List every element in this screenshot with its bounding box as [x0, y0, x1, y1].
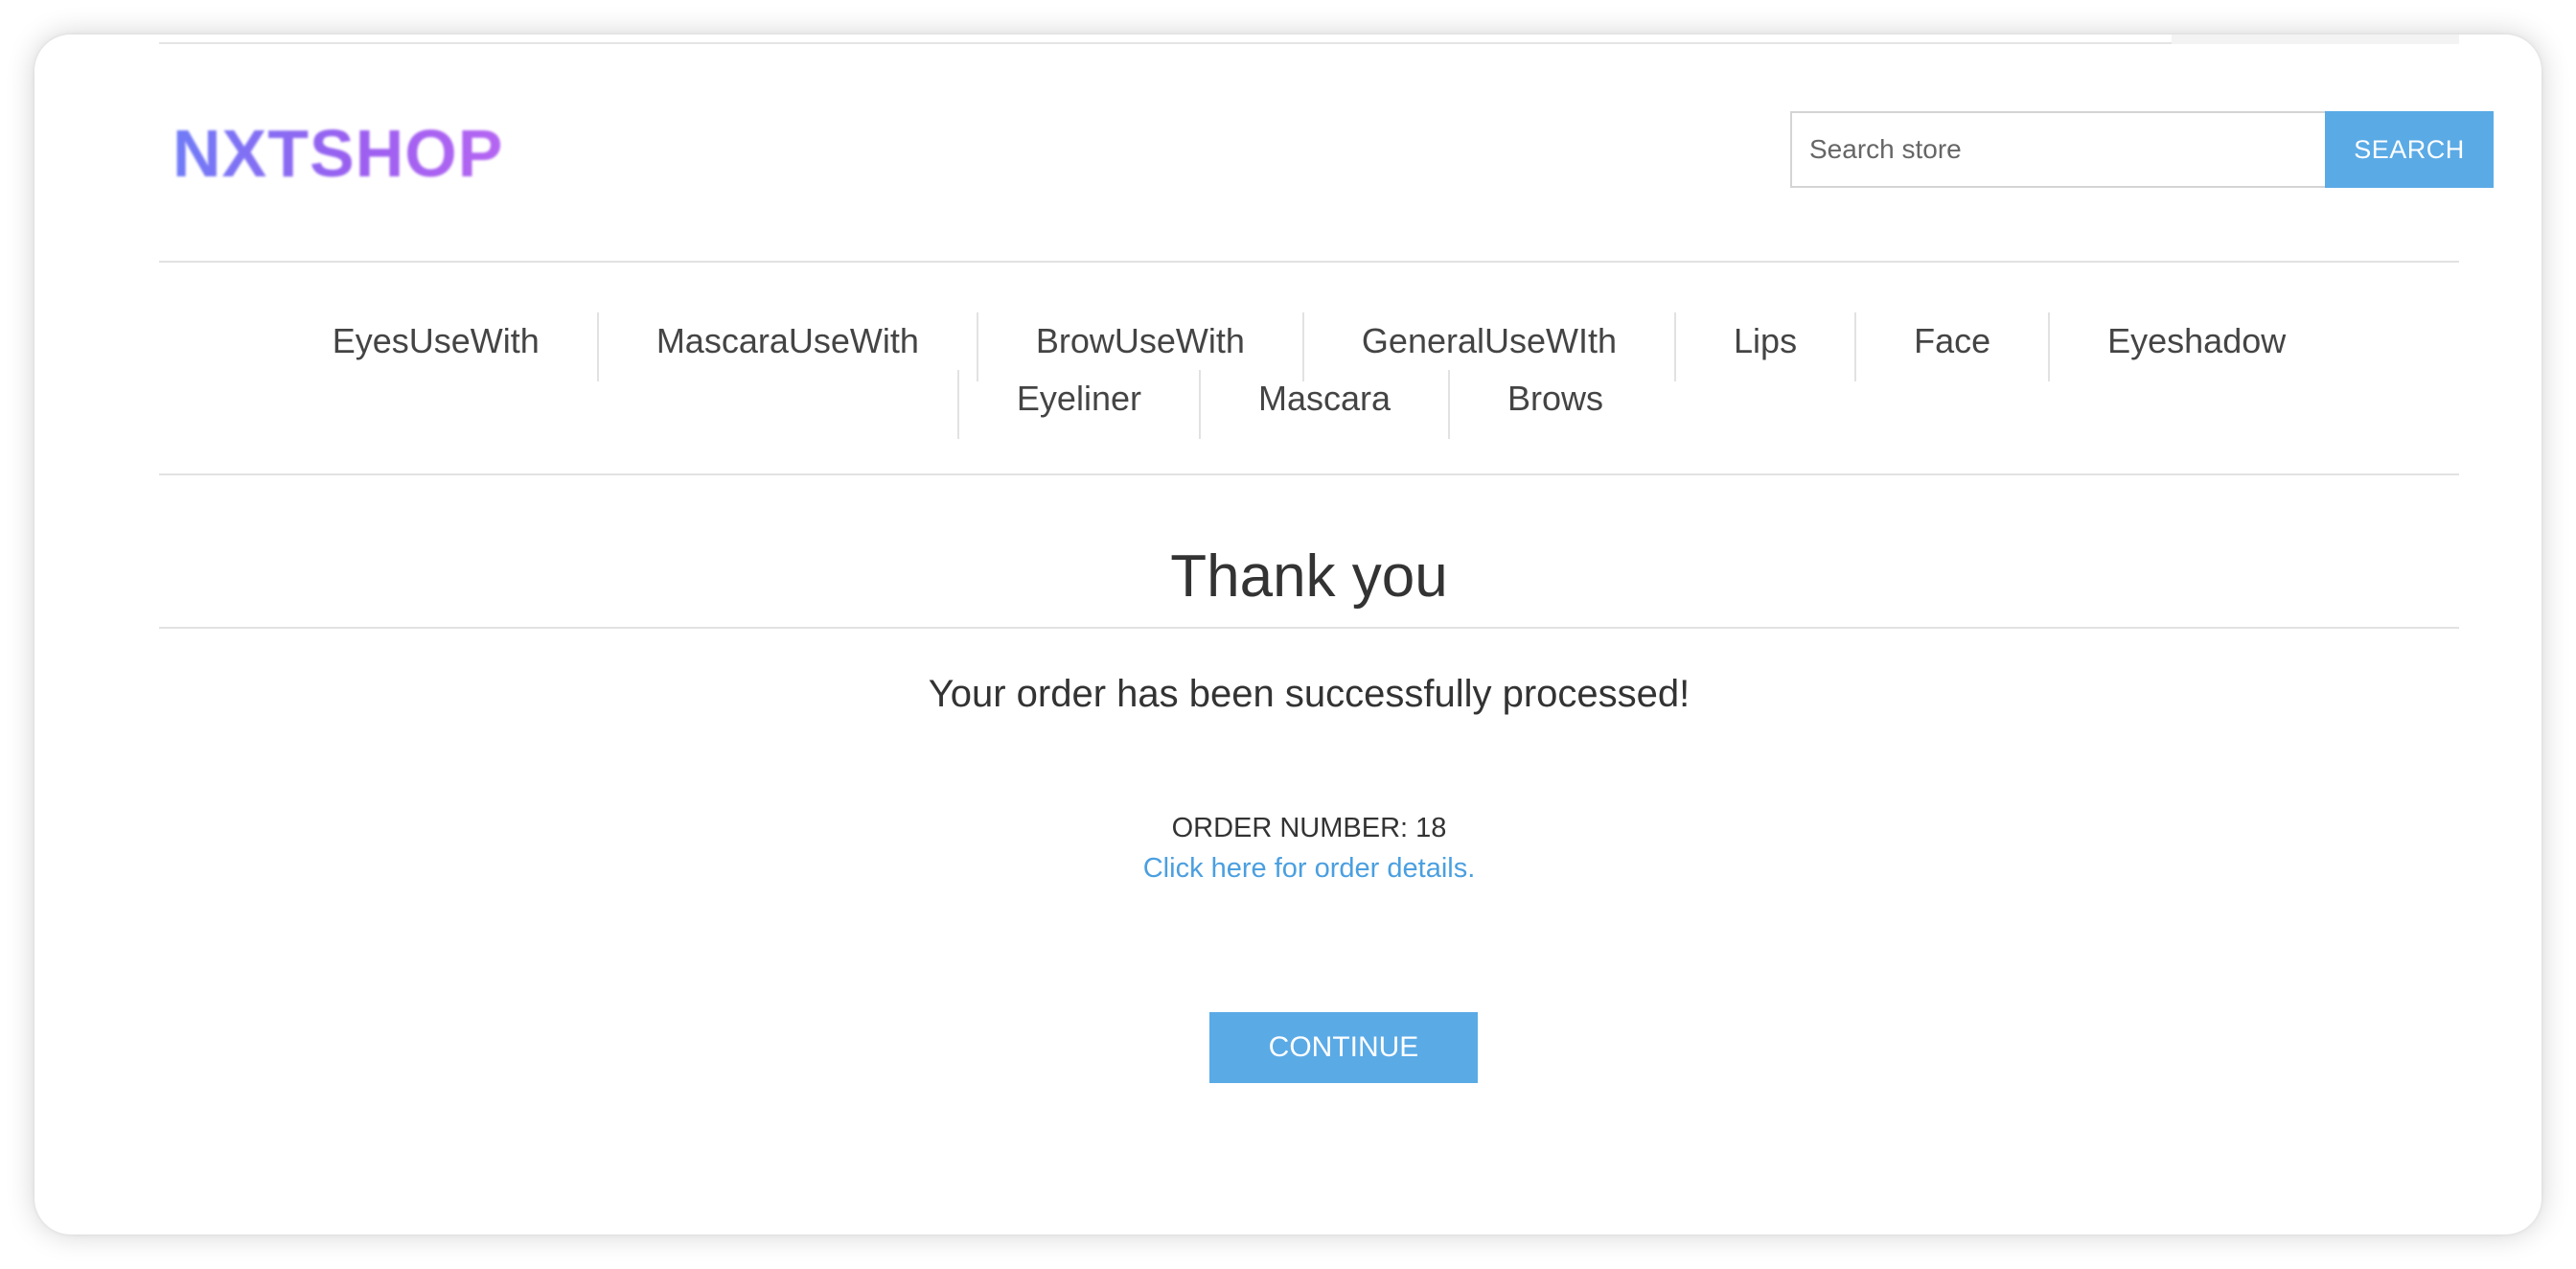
search-button[interactable]: SEARCH — [2325, 111, 2494, 188]
browser-window: NXTSHOP SEARCH EyesUseWith MascaraUseWit… — [34, 35, 2542, 1234]
search-box: SEARCH — [1790, 111, 2494, 188]
category-nav-row-2: Eyeliner Mascara Brows — [159, 370, 2459, 439]
store-logo[interactable]: NXTSHOP — [172, 115, 503, 192]
title-divider — [159, 627, 2459, 629]
nav-item-eyeliner[interactable]: Eyeliner — [956, 370, 1199, 439]
nav-divider — [159, 473, 2459, 475]
page-container: NXTSHOP SEARCH EyesUseWith MascaraUseWit… — [159, 35, 2494, 1234]
nav-item-mascara[interactable]: Mascara — [1198, 370, 1448, 439]
continue-button[interactable]: CONTINUE — [1209, 1012, 1478, 1083]
order-details-link[interactable]: Click here for order details. — [159, 853, 2459, 885]
header-divider — [159, 261, 2459, 263]
order-number: ORDER NUMBER: 18 — [1171, 813, 1447, 843]
nav-item-brows[interactable]: Brows — [1448, 370, 1661, 439]
search-input[interactable] — [1790, 111, 2325, 188]
header-links-bar — [2172, 35, 2459, 44]
order-success-message: Your order has been successfully process… — [928, 673, 1690, 715]
top-divider — [159, 42, 2459, 44]
page-title: Thank you — [1170, 543, 1448, 610]
